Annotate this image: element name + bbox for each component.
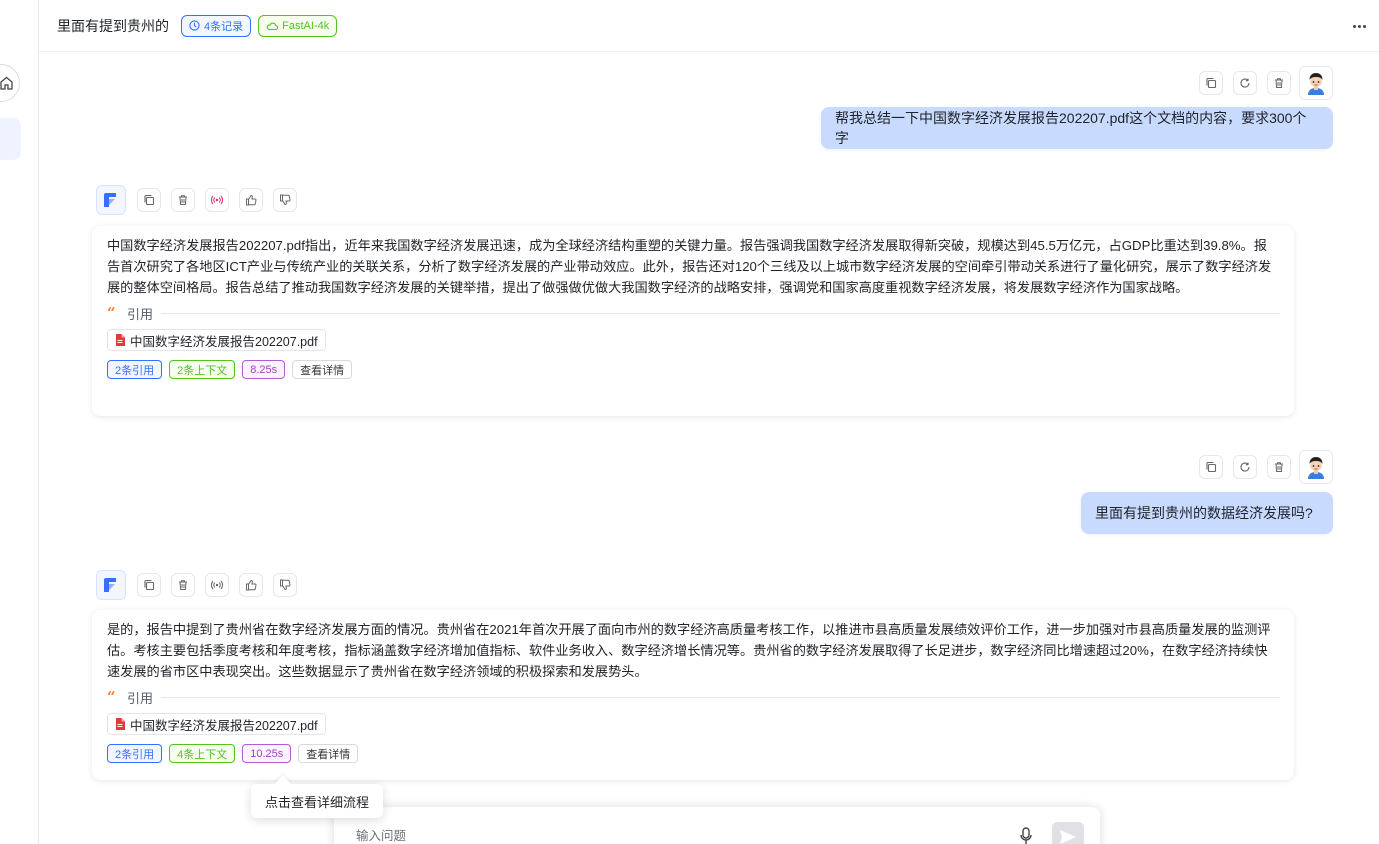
send-button[interactable]	[1052, 822, 1084, 844]
quote-label: 引用	[127, 690, 154, 706]
thumbs-down-button[interactable]	[273, 573, 297, 597]
user-message-tools	[1199, 455, 1291, 479]
thumbs-up-button[interactable]	[239, 188, 263, 212]
question-input[interactable]	[356, 829, 996, 843]
speaker-icon	[211, 195, 223, 205]
more-options-button[interactable]	[1349, 16, 1369, 36]
speaker-button[interactable]	[205, 573, 229, 597]
quote-icon: “	[107, 688, 116, 706]
ai-message-card: 中国数字经济发展报告202207.pdf指出，近年来我国数字经济发展迅速，成为全…	[92, 226, 1294, 416]
speaker-icon	[211, 580, 223, 590]
delete-button[interactable]	[1267, 455, 1291, 479]
view-details-button[interactable]: 查看详情	[298, 744, 359, 763]
thumbs-up-icon	[246, 194, 257, 206]
ai-message-tools	[137, 188, 297, 212]
thumbs-down-button[interactable]	[273, 188, 297, 212]
delete-icon	[179, 580, 187, 590]
quote-section: “ 引用	[107, 688, 1280, 706]
pdf-icon	[116, 334, 125, 346]
pdf-icon	[116, 718, 125, 730]
quote-section: “ 引用	[107, 304, 1280, 322]
file-name: 中国数字经济发展报告202207.pdf	[130, 334, 318, 349]
send-icon	[1060, 830, 1076, 844]
thumbs-up-button[interactable]	[239, 573, 263, 597]
speaker-button[interactable]	[205, 188, 229, 212]
clock-icon	[189, 20, 200, 31]
response-meta-row: 2条引用 4条上下文 10.25s 查看详情	[107, 744, 1280, 763]
left-sidebar	[0, 0, 39, 844]
records-tag[interactable]: 4条记录	[181, 14, 252, 37]
delete-button[interactable]	[171, 188, 195, 212]
user-avatar	[1299, 66, 1333, 100]
quote-icon: “	[107, 304, 116, 322]
user-avatar-icon	[1308, 73, 1324, 95]
copy-button[interactable]	[1199, 71, 1223, 95]
model-tag[interactable]: FastAI-4k	[258, 14, 338, 37]
user-message: 里面有提到贵州的数据经济发展吗?	[1081, 492, 1333, 534]
ai-avatar	[96, 185, 126, 215]
ai-message-text: 是的，报告中提到了贵州省在数字经济发展方面的情况。贵州省在2021年首次开展了面…	[107, 622, 1271, 679]
fastgpt-logo-icon	[104, 193, 116, 207]
retry-button[interactable]	[1233, 71, 1257, 95]
quote-label: 引用	[127, 306, 154, 322]
copy-icon	[144, 194, 155, 206]
user-message: 帮我总结一下中国数字经济发展报告202207.pdf这个文档的内容，要求300个…	[821, 107, 1333, 149]
fastgpt-logo-icon	[104, 578, 116, 592]
response-time-tag[interactable]: 10.25s	[242, 744, 292, 763]
tooltip-text: 点击查看详细流程	[265, 794, 370, 810]
context-count-tag[interactable]: 4条上下文	[169, 744, 236, 763]
view-details-button[interactable]: 查看详情	[292, 360, 353, 379]
file-name: 中国数字经济发展报告202207.pdf	[130, 718, 318, 733]
quote-count-tag[interactable]: 2条引用	[107, 360, 163, 379]
copy-button[interactable]	[137, 188, 161, 212]
home-button[interactable]	[0, 64, 20, 102]
retry-icon	[1240, 462, 1250, 472]
file-chip[interactable]: 中国数字经济发展报告202207.pdf	[107, 713, 326, 735]
chat-title: 里面有提到贵州的	[57, 17, 169, 34]
user-avatar	[1299, 450, 1333, 484]
view-details-tooltip: 点击查看详细流程	[251, 784, 384, 818]
cloud-icon	[266, 22, 279, 30]
context-count-tag[interactable]: 2条上下文	[169, 360, 236, 379]
records-tag-label: 4条记录	[204, 20, 244, 33]
delete-button[interactable]	[1267, 71, 1291, 95]
response-time-tag[interactable]: 8.25s	[242, 360, 286, 379]
retry-button[interactable]	[1233, 455, 1257, 479]
user-message-text: 里面有提到贵州的数据经济发展吗?	[1095, 505, 1313, 521]
thumbs-up-icon	[246, 579, 257, 591]
thumbs-down-icon	[280, 579, 291, 591]
delete-button[interactable]	[171, 573, 195, 597]
copy-icon	[1206, 461, 1217, 473]
ai-message-text: 中国数字经济发展报告202207.pdf指出，近年来我国数字经济发展迅速，成为全…	[107, 238, 1272, 295]
chat-header: 里面有提到贵州的 4条记录 FastAI-4k	[39, 0, 1379, 52]
user-message-tools	[1199, 71, 1291, 95]
copy-button[interactable]	[1199, 455, 1223, 479]
quote-count-tag[interactable]: 2条引用	[107, 744, 163, 763]
copy-icon	[1206, 77, 1217, 89]
home-icon	[0, 76, 13, 90]
user-message-text: 帮我总结一下中国数字经济发展报告202207.pdf这个文档的内容，要求300个…	[835, 110, 1307, 146]
response-meta-row: 2条引用 2条上下文 8.25s 查看详情	[107, 360, 1280, 379]
user-avatar-icon	[1308, 457, 1324, 479]
microphone-icon[interactable]	[1020, 827, 1032, 844]
sidebar-active-item[interactable]	[0, 118, 21, 160]
copy-icon	[144, 579, 155, 591]
delete-icon	[179, 195, 187, 205]
chat-input-box	[334, 807, 1100, 844]
model-tag-label: FastAI-4k	[282, 19, 330, 32]
file-chip[interactable]: 中国数字经济发展报告202207.pdf	[107, 329, 326, 351]
copy-button[interactable]	[137, 573, 161, 597]
divider	[161, 312, 1280, 314]
divider	[161, 696, 1280, 698]
ai-avatar	[96, 570, 126, 600]
delete-icon	[1275, 78, 1283, 88]
ai-message-card: 是的，报告中提到了贵州省在数字经济发展方面的情况。贵州省在2021年首次开展了面…	[92, 610, 1294, 780]
delete-icon	[1275, 462, 1283, 472]
thumbs-down-icon	[280, 194, 291, 206]
retry-icon	[1240, 78, 1250, 88]
ai-message-tools	[137, 573, 297, 597]
